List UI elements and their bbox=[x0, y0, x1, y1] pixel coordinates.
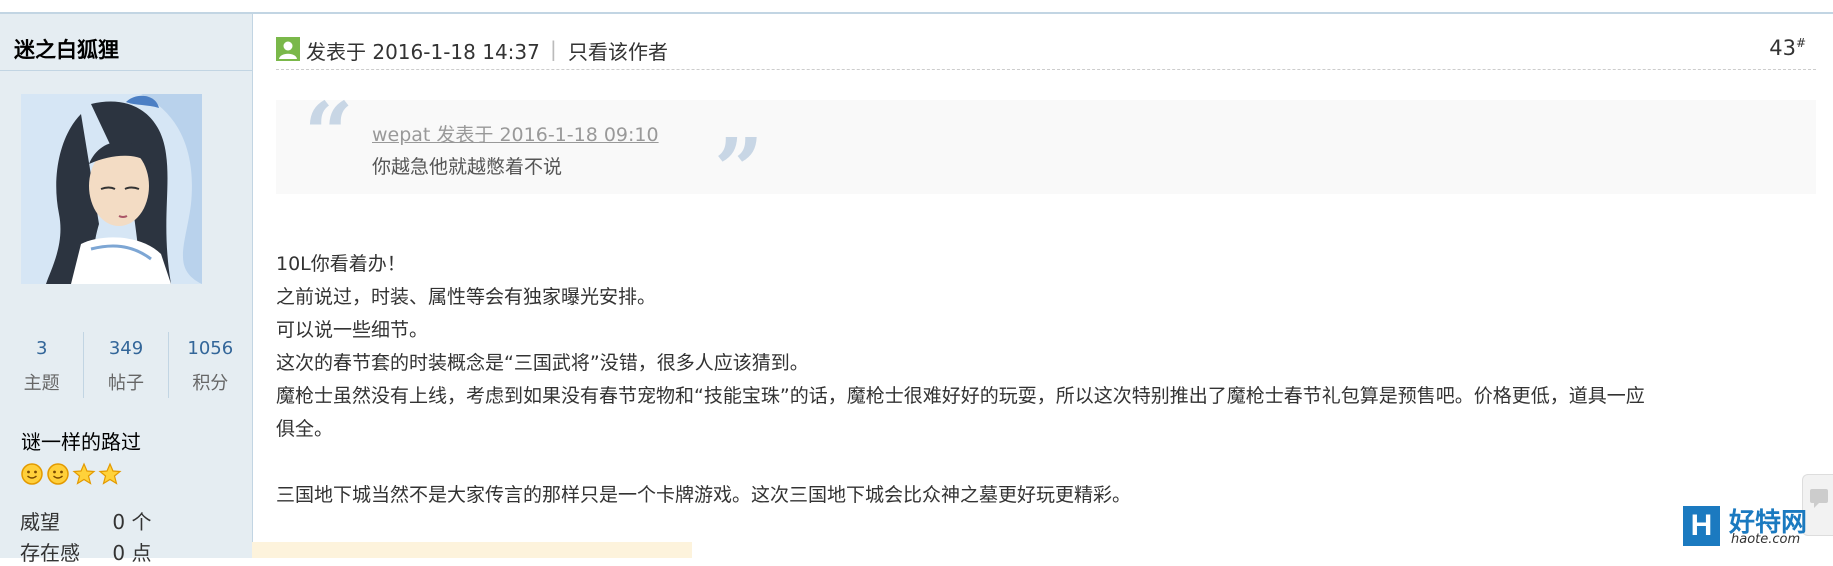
post-content: 10L你看着办！ 之前说过，时装、属性等会有独家曝光安排。 可以说一些细节。 这… bbox=[276, 248, 1816, 512]
stat-label: 帖子 bbox=[107, 373, 144, 394]
attr-presence: 存在感 0 点 bbox=[20, 537, 151, 566]
stat-threads[interactable]: 3 主题 bbox=[0, 332, 83, 398]
floor-number[interactable]: 43# bbox=[1769, 36, 1806, 60]
stat-value: 349 bbox=[108, 338, 144, 359]
attr-prestige: 威望 0 个 bbox=[20, 506, 151, 535]
post-line: 这次的春节套的时装概念是“三国武将”没错，很多人应该猜到。 bbox=[276, 352, 809, 374]
only-author-link[interactable]: 只看该作者 bbox=[568, 36, 668, 65]
post-line: 俱全。 bbox=[276, 418, 334, 440]
stat-value: 3 bbox=[35, 338, 48, 359]
top-divider bbox=[0, 12, 1833, 14]
rank-stars bbox=[20, 462, 122, 486]
avatar-illustration bbox=[21, 94, 202, 284]
floor-value: 43 bbox=[1769, 36, 1796, 60]
quote-block: “ wepat 发表于 2016-1-18 09:10 你越急他就越憋着不说 ” bbox=[276, 92, 1816, 214]
post-timestamp: 发表于 2016-1-18 14:37 bbox=[306, 40, 540, 64]
user-group[interactable]: 谜一样的路过 bbox=[21, 426, 141, 455]
star-icon bbox=[72, 462, 96, 485]
attr-value: 0 个 bbox=[112, 510, 152, 534]
author-stats: 3 主题 349 帖子 1056 积分 bbox=[0, 332, 252, 398]
post-line: 之前说过，时装、属性等会有独家曝光安排。 bbox=[276, 286, 657, 308]
bottom-highlight bbox=[252, 542, 692, 558]
attr-key: 存在感 bbox=[20, 541, 80, 565]
attr-value: 0 点 bbox=[112, 541, 152, 565]
stat-points[interactable]: 1056 积分 bbox=[167, 332, 252, 398]
post-line: 魔枪士虽然没有上线，考虑到如果没有春节宠物和“技能宝珠”的话，魔枪士很难好好的玩… bbox=[276, 385, 1645, 407]
author-header: 迷之白狐狸 bbox=[0, 14, 252, 71]
quote-text: 你越急他就越憋着不说 bbox=[372, 156, 563, 178]
stat-label: 主题 bbox=[23, 373, 60, 394]
quote-close-icon: ” bbox=[714, 120, 764, 221]
author-sidebar: 迷之白狐狸 3 主题 349 帖子 1056 积分 谜一样的路过 威望 0 个 … bbox=[0, 14, 253, 565]
watermark-url: haote.com bbox=[1731, 532, 1801, 547]
quote-source-link[interactable]: wepat 发表于 2016-1-18 09:10 bbox=[372, 120, 659, 147]
post-line: 10L你看着办！ bbox=[276, 253, 406, 275]
floor-mark: # bbox=[1795, 36, 1806, 50]
stat-posts[interactable]: 349 帖子 bbox=[83, 332, 167, 398]
attr-key: 威望 bbox=[20, 510, 60, 534]
haote-logo-icon: H bbox=[1683, 506, 1720, 546]
star-icon bbox=[98, 462, 122, 485]
sun-icon bbox=[21, 463, 43, 485]
site-watermark: H 好特网 haote.com bbox=[1683, 506, 1833, 558]
header-separator: | bbox=[550, 37, 557, 61]
author-name[interactable]: 迷之白狐狸 bbox=[14, 34, 119, 64]
online-status-icon bbox=[276, 37, 300, 61]
post-line: 可以说一些细节。 bbox=[276, 319, 429, 341]
sun-icon bbox=[47, 463, 69, 485]
post-line: 三国地下城当然不是大家传言的那样只是一个卡牌游戏。这次三国地下城会比众神之墓更好… bbox=[276, 484, 1132, 506]
quote-open-icon: “ bbox=[304, 84, 354, 185]
stat-value: 1056 bbox=[187, 338, 234, 359]
stat-label: 积分 bbox=[192, 373, 229, 394]
post-header: 发表于 2016-1-18 14:37 | 只看该作者 43# bbox=[276, 30, 1816, 70]
avatar[interactable] bbox=[21, 94, 202, 284]
